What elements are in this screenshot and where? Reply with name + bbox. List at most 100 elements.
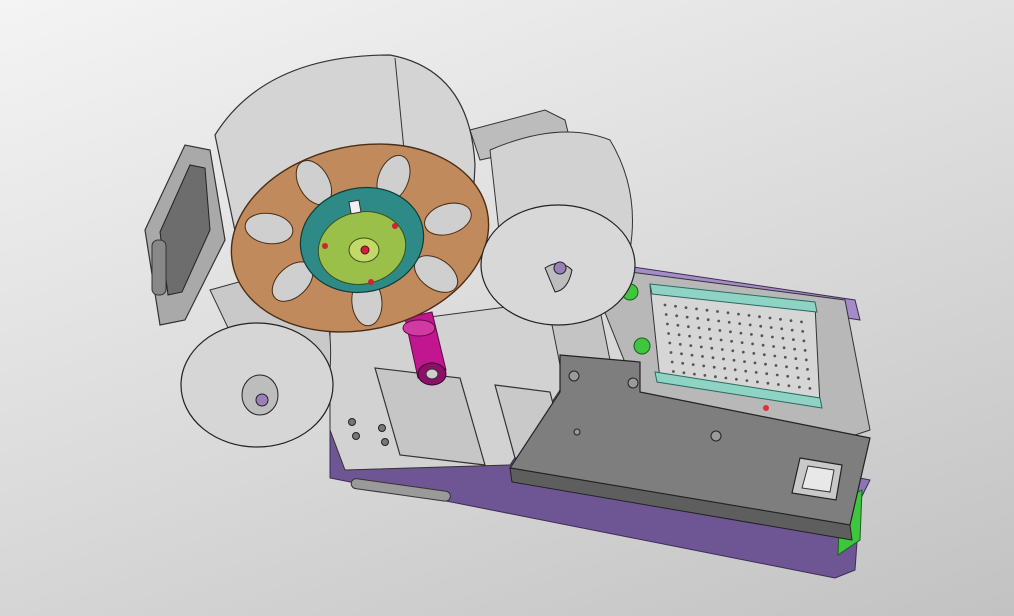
- perforation-hole: [733, 368, 737, 372]
- perforation-hole: [716, 310, 719, 313]
- perforation-hole: [759, 324, 763, 328]
- perforation-hole: [714, 375, 717, 379]
- perforation-hole: [751, 342, 754, 346]
- perforation-hole: [674, 304, 677, 308]
- hub-screw: [368, 279, 374, 285]
- perforation-hole: [741, 350, 745, 354]
- perforation-hole: [735, 377, 738, 381]
- spool-bore: [553, 261, 567, 275]
- perforation-hole: [779, 317, 782, 321]
- perforation-hole: [720, 348, 724, 351]
- perforation-hole: [760, 334, 764, 338]
- perforation-hole: [787, 384, 791, 388]
- perforation-hole: [689, 344, 693, 347]
- perforation-hole: [790, 328, 794, 332]
- perforation-hole: [727, 320, 731, 324]
- perforation-hole: [745, 379, 749, 382]
- perforation-hole: [684, 306, 688, 309]
- perforation-hole: [706, 318, 710, 322]
- spool-bore: [255, 393, 269, 407]
- perforation-hole: [795, 366, 799, 370]
- perforation-hole: [719, 338, 723, 342]
- perforation-hole: [806, 368, 809, 371]
- perforation-hole: [672, 370, 675, 373]
- perforation-hole: [792, 338, 795, 341]
- perforation-hole: [663, 303, 667, 307]
- perforation-hole: [702, 364, 706, 368]
- perforation-hole: [801, 330, 805, 333]
- perforation-hole: [664, 313, 668, 316]
- perforation-hole: [712, 365, 716, 369]
- perforation-hole: [766, 381, 770, 385]
- panel-hole: [348, 418, 356, 426]
- perforation-hole: [798, 385, 801, 389]
- perforation-hole: [783, 355, 787, 359]
- spool-right: [480, 131, 636, 326]
- perforation-hole: [747, 314, 751, 317]
- perforation-hole: [782, 346, 786, 350]
- perforation-hole: [676, 323, 680, 327]
- perforation-hole: [768, 316, 772, 320]
- panel-hole: [381, 438, 389, 446]
- perforation-hole: [711, 356, 715, 360]
- hub-key: [348, 199, 362, 215]
- perforation-hole: [803, 349, 807, 352]
- perforation-hole: [722, 357, 725, 361]
- panel-hole: [352, 432, 360, 440]
- perforation-hole: [750, 333, 753, 336]
- top-plate-bolt: [710, 430, 722, 442]
- perforation-hole: [781, 336, 785, 340]
- perforation-hole: [666, 322, 669, 326]
- perforation-hole: [680, 352, 683, 356]
- top-plate-bolt: [568, 370, 580, 382]
- perforation-hole: [699, 345, 703, 349]
- top-plate-bolt: [573, 428, 581, 436]
- perforation-hole: [744, 369, 748, 373]
- perforation-hole: [753, 361, 757, 365]
- perforation-hole: [785, 365, 788, 369]
- perforation-hole: [698, 336, 702, 339]
- perforation-hole: [701, 355, 704, 358]
- perforation-hole: [730, 339, 733, 343]
- perforation-hole: [696, 317, 700, 320]
- perforation-hole: [758, 315, 761, 319]
- perforation-hole: [705, 308, 709, 312]
- perforation-hole: [723, 367, 727, 370]
- perforation-hole: [729, 330, 732, 334]
- perforation-hole: [752, 352, 756, 355]
- hub-screw: [322, 243, 328, 249]
- hub-pin: [360, 245, 370, 255]
- perforation-hole: [691, 363, 695, 366]
- hub-screw: [392, 223, 398, 229]
- perforation-hole: [737, 312, 740, 316]
- perforation-hole: [777, 383, 780, 386]
- perforation-hole: [677, 333, 681, 337]
- perforation-hole: [800, 320, 803, 324]
- cad-viewport[interactable]: [0, 0, 1014, 616]
- perforation-hole: [703, 374, 707, 377]
- perforation-hole: [718, 329, 722, 332]
- sensor-window-inner: [801, 465, 835, 493]
- perforation-hole: [731, 349, 735, 353]
- perforation-hole: [789, 319, 793, 322]
- perforation-hole: [756, 380, 759, 384]
- perforation-hole: [697, 326, 701, 330]
- perforation-hole: [717, 319, 721, 323]
- perforation-hole: [682, 371, 686, 375]
- perforation-hole: [732, 358, 736, 362]
- perforation-hole: [748, 323, 752, 327]
- cad-assembly-model[interactable]: [0, 0, 1014, 616]
- perforation-hole: [807, 377, 811, 381]
- perforation-hole: [765, 372, 769, 376]
- shaft-end-bore: [425, 368, 439, 380]
- perforation-hole: [802, 339, 806, 343]
- perforation-hole: [771, 335, 774, 339]
- perforation-hole: [769, 326, 773, 329]
- perforation-hole: [670, 360, 674, 364]
- perforation-hole: [772, 345, 775, 348]
- perforation-hole: [775, 373, 779, 377]
- perforation-hole: [669, 351, 673, 354]
- perforation-hole: [695, 307, 698, 311]
- perforation-hole: [773, 354, 777, 358]
- bracket-slot: [151, 239, 167, 296]
